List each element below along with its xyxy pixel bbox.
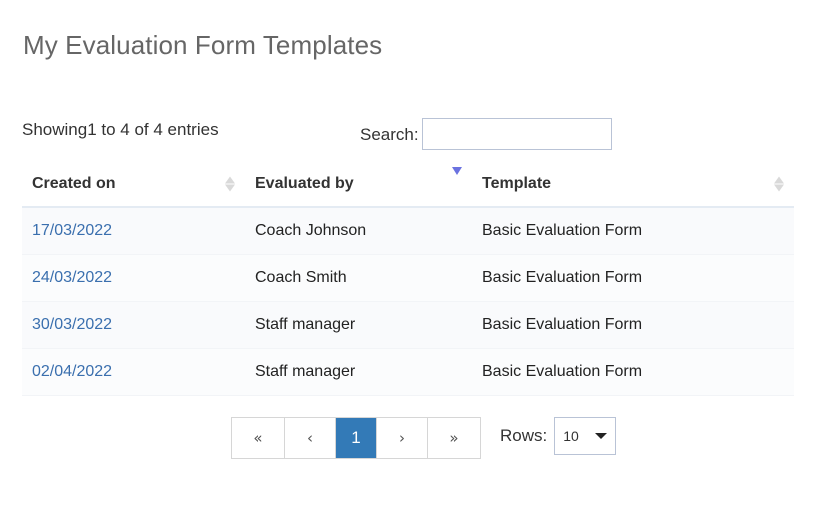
created-on-link[interactable]: 30/03/2022 [32, 316, 112, 333]
created-on-link[interactable]: 02/04/2022 [32, 363, 112, 380]
rows-label: Rows: [500, 426, 548, 445]
template-cell: Basic Evaluation Form [482, 269, 643, 286]
pagination: « ‹ 1 › » [231, 417, 481, 459]
created-on-link[interactable]: 24/03/2022 [32, 269, 112, 286]
search-input[interactable] [421, 118, 612, 150]
column-header-label: Template [482, 175, 552, 192]
column-header-label: Created on [32, 175, 116, 192]
next-page-button[interactable]: › [377, 418, 428, 458]
page-button-current[interactable]: 1 [336, 418, 377, 458]
rows-per-page: Rows: 10 [500, 417, 617, 455]
evaluated-by-cell: Staff manager [255, 316, 356, 333]
column-header-template[interactable]: Template [472, 162, 794, 208]
column-header-created-on[interactable]: Created on [22, 162, 245, 208]
rows-per-page-select[interactable]: 10 [554, 417, 617, 455]
table-row: 17/03/2022 Coach Johnson Basic Evaluatio… [22, 207, 794, 255]
last-page-button[interactable]: » [428, 418, 480, 458]
evaluated-by-cell: Staff manager [255, 363, 356, 380]
template-cell: Basic Evaluation Form [482, 316, 643, 333]
evaluated-by-cell: Coach Johnson [255, 222, 367, 239]
table-row: 24/03/2022 Coach Smith Basic Evaluation … [22, 254, 794, 302]
templates-table: Created on Evaluated by Template 17/03/2… [22, 162, 794, 396]
table-header-row: Created on Evaluated by Template [22, 162, 794, 208]
column-header-evaluated-by[interactable]: Evaluated by [245, 162, 472, 208]
rows-value: 10 [563, 428, 579, 444]
page-title: My Evaluation Form Templates [23, 30, 383, 60]
table-row: 30/03/2022 Staff manager Basic Evaluatio… [22, 301, 794, 349]
chevron-down-icon [595, 433, 608, 439]
search-box: Search: [360, 118, 612, 150]
column-header-label: Evaluated by [255, 175, 354, 192]
table-row: 02/04/2022 Staff manager Basic Evaluatio… [22, 348, 794, 396]
created-on-link[interactable]: 17/03/2022 [32, 222, 112, 239]
template-cell: Basic Evaluation Form [482, 222, 643, 239]
sort-both-icon [225, 176, 235, 192]
previous-page-button[interactable]: ‹ [285, 418, 336, 458]
template-cell: Basic Evaluation Form [482, 363, 643, 380]
evaluated-by-cell: Coach Smith [255, 269, 347, 286]
table-info: Showing1 to 4 of 4 entries [22, 120, 219, 139]
sort-descending-icon [452, 167, 462, 193]
sort-both-icon [774, 176, 784, 192]
first-page-button[interactable]: « [232, 418, 285, 458]
search-label: Search: [360, 125, 419, 144]
